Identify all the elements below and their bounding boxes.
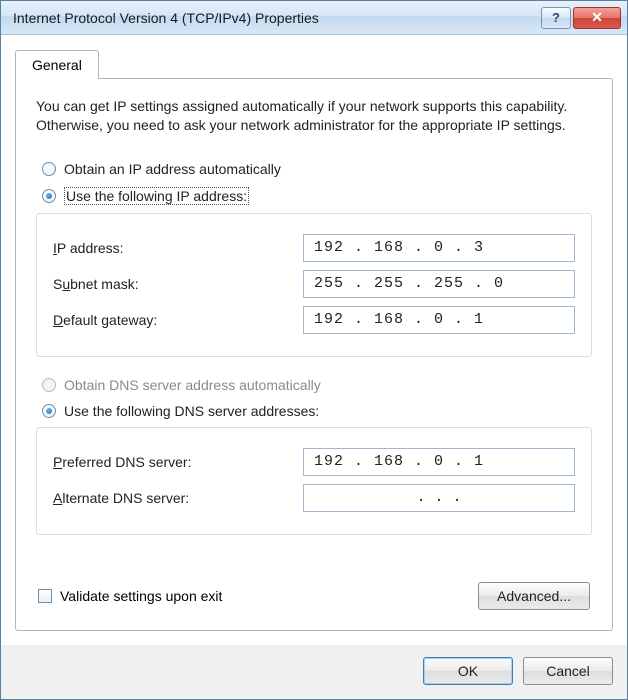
radio-icon xyxy=(42,189,56,203)
field-label: Subnet mask: xyxy=(53,276,303,292)
field-preferred-dns: Preferred DNS server: 192 . 168 . 0 . 1 xyxy=(53,448,575,476)
panel-bottom-row: Validate settings upon exit Advanced... xyxy=(36,576,592,612)
radio-label: Use the following IP address: xyxy=(64,187,249,205)
tabstrip: General xyxy=(15,49,613,78)
default-gateway-input[interactable]: 192 . 168 . 0 . 1 xyxy=(303,306,575,334)
window-buttons: ? ✕ xyxy=(539,7,621,29)
validate-checkbox[interactable] xyxy=(38,589,52,603)
radio-icon xyxy=(42,162,56,176)
dialog-buttons: OK Cancel xyxy=(1,645,627,699)
radio-dns-auto: Obtain DNS server address automatically xyxy=(42,377,592,393)
close-button[interactable]: ✕ xyxy=(573,7,621,29)
field-default-gateway: Default gateway: 192 . 168 . 0 . 1 xyxy=(53,306,575,334)
field-label: Default gateway: xyxy=(53,312,303,328)
preferred-dns-input[interactable]: 192 . 168 . 0 . 1 xyxy=(303,448,575,476)
field-ip-address: IP address: 192 . 168 . 0 . 3 xyxy=(53,234,575,262)
help-button[interactable]: ? xyxy=(541,7,571,29)
help-icon: ? xyxy=(552,10,560,25)
description-text: You can get IP settings assigned automat… xyxy=(36,97,592,135)
radio-ip-auto[interactable]: Obtain an IP address automatically xyxy=(42,161,592,177)
field-label: IP address: xyxy=(53,240,303,256)
alternate-dns-input[interactable]: . . . xyxy=(303,484,575,512)
tab-general[interactable]: General xyxy=(15,50,99,79)
tab-panel-general: You can get IP settings assigned automat… xyxy=(15,78,613,631)
dns-group: Preferred DNS server: 192 . 168 . 0 . 1 … xyxy=(36,427,592,535)
radio-label: Use the following DNS server addresses: xyxy=(64,403,319,419)
ip-address-input[interactable]: 192 . 168 . 0 . 3 xyxy=(303,234,575,262)
radio-icon xyxy=(42,378,56,392)
window-title: Internet Protocol Version 4 (TCP/IPv4) P… xyxy=(13,10,539,26)
field-label: Alternate DNS server: xyxy=(53,490,303,506)
validate-label: Validate settings upon exit xyxy=(60,588,222,604)
field-subnet-mask: Subnet mask: 255 . 255 . 255 . 0 xyxy=(53,270,575,298)
ip-group: IP address: 192 . 168 . 0 . 3 Subnet mas… xyxy=(36,213,592,357)
radio-ip-manual[interactable]: Use the following IP address: xyxy=(42,187,592,205)
radio-label: Obtain DNS server address automatically xyxy=(64,377,321,393)
dialog-window: Internet Protocol Version 4 (TCP/IPv4) P… xyxy=(0,0,628,700)
field-label: Preferred DNS server: xyxy=(53,454,303,470)
ok-button[interactable]: OK xyxy=(423,657,513,685)
client-area: General You can get IP settings assigned… xyxy=(1,35,627,645)
cancel-button[interactable]: Cancel xyxy=(523,657,613,685)
field-alternate-dns: Alternate DNS server: . . . xyxy=(53,484,575,512)
radio-icon xyxy=(42,404,56,418)
radio-label: Obtain an IP address automatically xyxy=(64,161,281,177)
close-icon: ✕ xyxy=(591,9,603,26)
radio-dns-manual[interactable]: Use the following DNS server addresses: xyxy=(42,403,592,419)
advanced-button[interactable]: Advanced... xyxy=(478,582,590,610)
subnet-mask-input[interactable]: 255 . 255 . 255 . 0 xyxy=(303,270,575,298)
titlebar: Internet Protocol Version 4 (TCP/IPv4) P… xyxy=(1,1,627,35)
